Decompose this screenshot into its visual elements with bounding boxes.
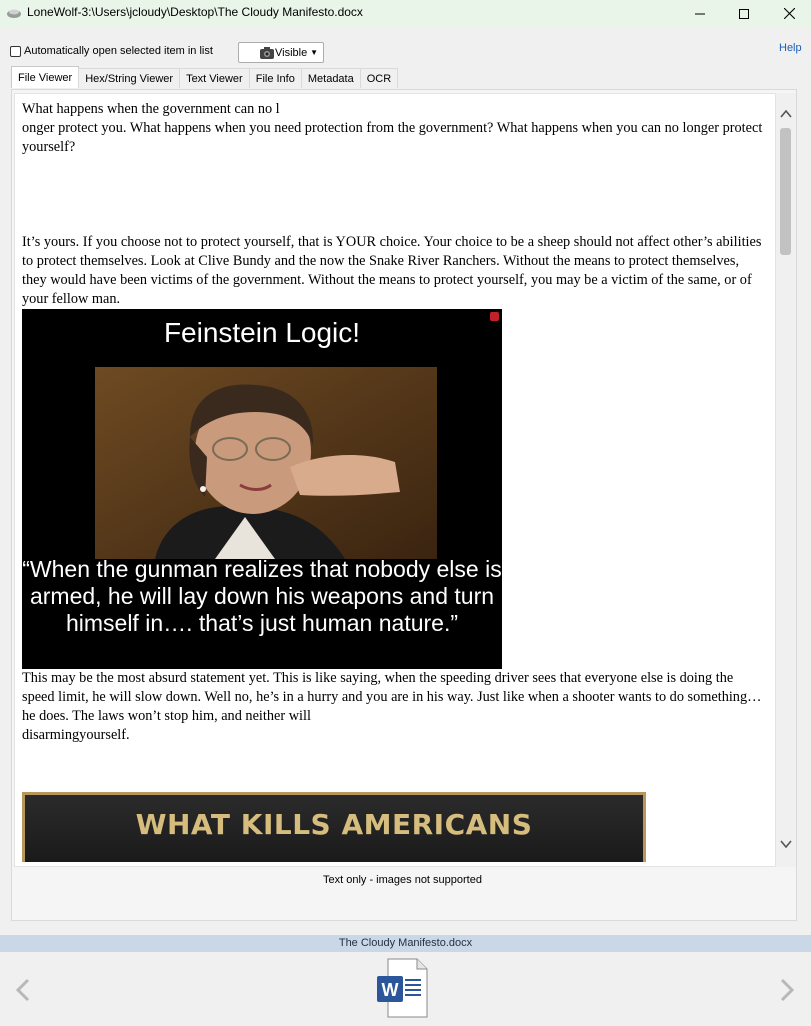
tab-file-info[interactable]: File Info — [248, 68, 302, 88]
tab-file-viewer[interactable]: File Viewer — [11, 66, 80, 88]
image-heading: WHAT KILLS AMERICANS — [135, 808, 533, 841]
scroll-up-icon[interactable] — [776, 107, 796, 121]
minimize-button[interactable] — [677, 0, 723, 27]
portrait-photo — [95, 367, 437, 559]
tab-text-viewer[interactable]: Text Viewer — [179, 68, 250, 88]
doc-paragraph: This may be the most absurd statement ye… — [22, 670, 762, 724]
auto-open-checkbox[interactable] — [10, 45, 21, 57]
chevron-left-icon[interactable] — [13, 977, 33, 1003]
svg-text:W: W — [382, 980, 399, 1000]
maximize-icon — [739, 8, 749, 19]
document-content: What happens when the government can no … — [22, 100, 767, 862]
what-kills-americans-image: WHAT KILLS AMERICANS — [22, 792, 646, 862]
image-corner-badge — [490, 312, 499, 321]
viewer-toolbar: Automatically open selected item in list… — [0, 38, 811, 66]
tab-ocr[interactable]: OCR — [359, 68, 399, 88]
scroll-down-icon[interactable] — [776, 837, 796, 851]
help-link[interactable]: Help — [779, 42, 802, 54]
vertical-scrollbar[interactable] — [776, 93, 796, 867]
auto-open-option[interactable]: Automatically open selected item in list — [10, 45, 213, 57]
close-icon — [783, 8, 795, 19]
doc-paragraph: It’s yours. If you choose not to protect… — [22, 234, 762, 307]
visibility-dropdown[interactable]: Visible ▼ — [238, 42, 324, 63]
camera-icon — [260, 46, 274, 59]
close-button[interactable] — [766, 0, 811, 27]
feinstein-logic-image: Feinstein Logic! “When the gunman realiz… — [22, 309, 502, 669]
status-filename: The Cloudy Manifesto.docx — [0, 935, 811, 952]
chevron-right-icon[interactable] — [777, 977, 797, 1003]
window-title: LoneWolf-3:\Users\jcloudy\Desktop\The Cl… — [27, 5, 363, 19]
scrollbar-thumb[interactable] — [780, 128, 791, 255]
tab-metadata[interactable]: Metadata — [300, 68, 361, 88]
word-document-icon: W — [377, 958, 428, 1018]
doc-paragraph: disarmingyourself. — [22, 727, 130, 743]
visibility-label: Visible — [275, 46, 308, 59]
doc-paragraph: onger protect you. What happens when you… — [22, 120, 763, 155]
maximize-button[interactable] — [721, 0, 767, 27]
doc-paragraph: What happens when the government can no … — [22, 101, 280, 117]
viewer-tabs: File Viewer Hex/String Viewer Text Viewe… — [11, 66, 399, 89]
chevron-down-icon: ▼ — [310, 48, 318, 57]
minimize-icon — [695, 13, 705, 14]
tab-hex-string-viewer[interactable]: Hex/String Viewer — [78, 68, 181, 88]
file-viewer-pane[interactable]: What happens when the government can no … — [14, 93, 776, 867]
image-quote: “When the gunman realizes that nobody el… — [22, 556, 502, 636]
lonewolf-app-icon — [7, 9, 21, 18]
title-bar: LoneWolf-3:\Users\jcloudy\Desktop\The Cl… — [0, 0, 811, 27]
viewer-note: Text only - images not supported — [323, 874, 482, 886]
image-heading: Feinstein Logic! — [163, 317, 361, 348]
auto-open-label: Automatically open selected item in list — [24, 45, 213, 57]
bottom-navigation: W — [0, 952, 811, 1026]
